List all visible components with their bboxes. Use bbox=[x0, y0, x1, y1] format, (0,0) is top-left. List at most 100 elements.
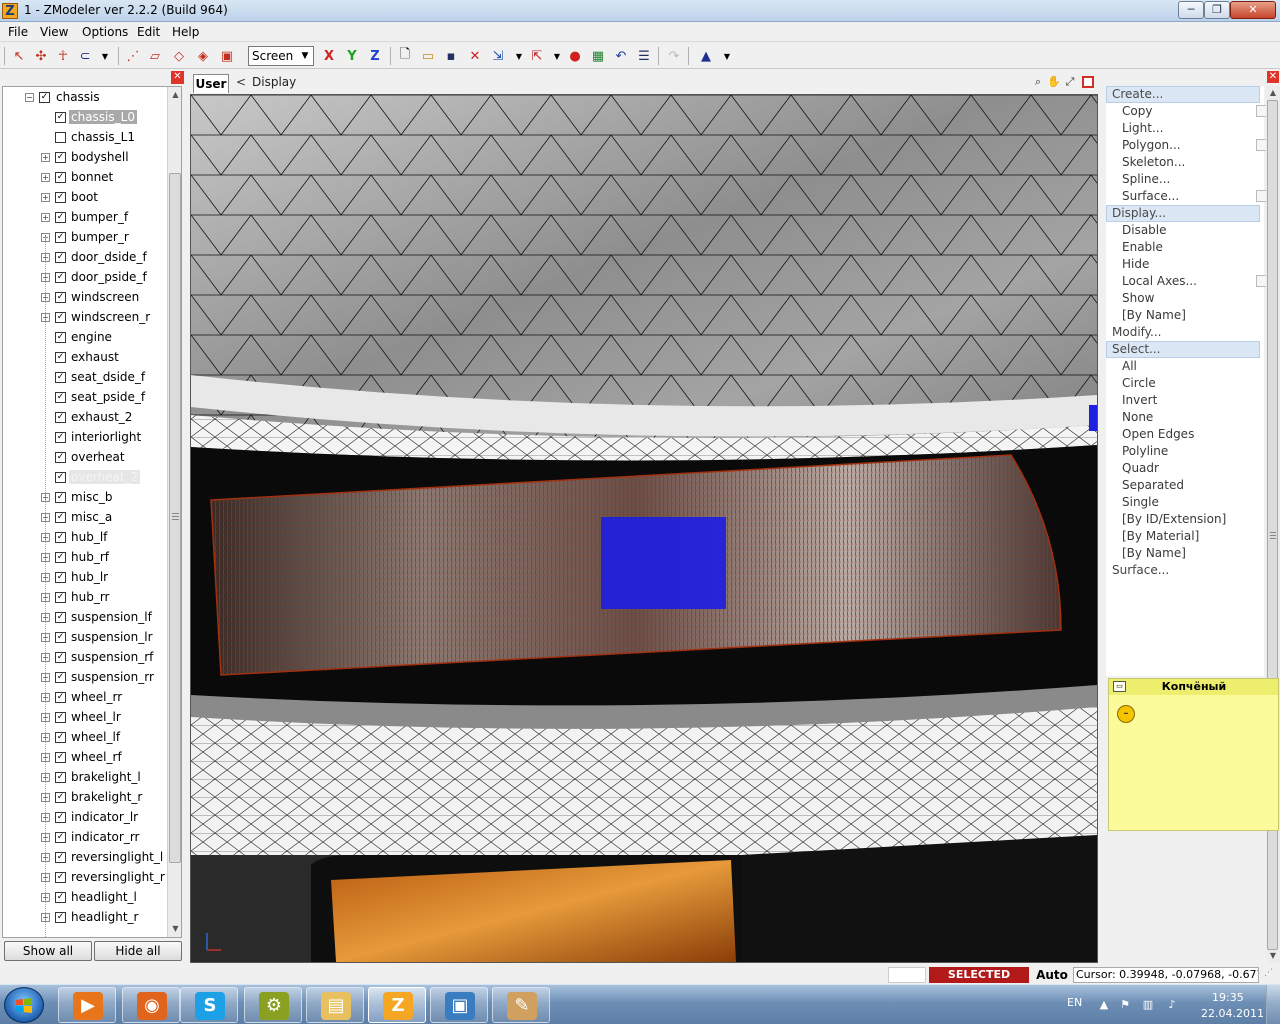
command-item[interactable]: [By Name] bbox=[1106, 545, 1260, 562]
tree-item[interactable]: + ✓ boot bbox=[3, 187, 167, 207]
visibility-checkbox[interactable]: ✓ bbox=[55, 772, 66, 783]
tree-item[interactable]: + ✓ bumper_r bbox=[3, 227, 167, 247]
tree-item[interactable]: ✓ seat_dside_f bbox=[3, 367, 167, 387]
viewport-breadcrumb[interactable]: Display bbox=[252, 75, 296, 89]
visibility-checkbox[interactable]: ✓ bbox=[55, 572, 66, 583]
visibility-checkbox[interactable]: ✓ bbox=[55, 712, 66, 723]
tree-item[interactable]: + ✓ bumper_f bbox=[3, 207, 167, 227]
visibility-checkbox[interactable]: ✓ bbox=[55, 212, 66, 223]
visibility-checkbox[interactable]: ✓ bbox=[55, 372, 66, 383]
tree-item[interactable]: + ✓ indicator_lr bbox=[3, 807, 167, 827]
tray-expand-icon[interactable]: ▲ bbox=[1096, 997, 1112, 1013]
command-item[interactable]: Invert bbox=[1106, 392, 1260, 409]
command-item[interactable]: All bbox=[1106, 358, 1260, 375]
tree-item[interactable]: ✓ exhaust_2 bbox=[3, 407, 167, 427]
visibility-checkbox[interactable]: ✓ bbox=[55, 672, 66, 683]
expand-icon[interactable]: + bbox=[41, 153, 50, 162]
tree-item[interactable]: + ✓ wheel_rr bbox=[3, 687, 167, 707]
maximize-button[interactable]: ❐ bbox=[1204, 1, 1230, 19]
menu-file[interactable]: File bbox=[8, 25, 28, 39]
tree-item[interactable]: + ✓ suspension_lf bbox=[3, 607, 167, 627]
taskbar-app-explorer[interactable]: ▤ bbox=[306, 987, 364, 1023]
open-folder-icon[interactable]: ▭ bbox=[419, 47, 437, 65]
tree-item[interactable]: + ✓ hub_lf bbox=[3, 527, 167, 547]
axis-x-toggle[interactable]: X bbox=[320, 47, 338, 65]
vertex-mode-icon[interactable]: ⋰ bbox=[124, 47, 142, 65]
command-item[interactable]: Disable bbox=[1106, 222, 1260, 239]
properties-icon[interactable]: ☰ bbox=[635, 47, 653, 65]
command-item[interactable]: [By Name] bbox=[1106, 307, 1260, 324]
record-icon[interactable]: ● bbox=[566, 47, 584, 65]
visibility-checkbox[interactable]: ✓ bbox=[55, 172, 66, 183]
surface-mode-icon[interactable]: ◈ bbox=[194, 47, 212, 65]
tree-item[interactable]: + ✓ windscreen_r bbox=[3, 307, 167, 327]
export-icon[interactable]: ⇱ bbox=[528, 47, 546, 65]
visibility-checkbox[interactable]: ✓ bbox=[55, 792, 66, 803]
visibility-checkbox[interactable]: ✓ bbox=[55, 632, 66, 643]
tree-item[interactable]: ✓ chassis_L0 bbox=[3, 107, 167, 127]
tree-item[interactable]: + ✓ wheel_rf bbox=[3, 747, 167, 767]
visibility-checkbox[interactable]: ✓ bbox=[55, 312, 66, 323]
close-icon[interactable]: ✕ bbox=[171, 71, 184, 84]
visibility-checkbox[interactable]: ✓ bbox=[55, 352, 66, 363]
visibility-checkbox[interactable]: ✓ bbox=[55, 492, 66, 503]
command-group-header[interactable]: Display... bbox=[1106, 205, 1260, 222]
clock-date[interactable]: 22.04.2011 bbox=[1201, 1007, 1264, 1020]
tree-root-chassis[interactable]: − ✓ chassis bbox=[3, 87, 167, 107]
visibility-checkbox[interactable]: ✓ bbox=[55, 532, 66, 543]
minimize-button[interactable]: ─ bbox=[1178, 1, 1204, 19]
tree-item[interactable]: ✓ seat_pside_f bbox=[3, 387, 167, 407]
menu-options[interactable]: Options bbox=[82, 25, 128, 39]
menu-edit[interactable]: Edit bbox=[137, 25, 160, 39]
command-group-header[interactable]: Create... bbox=[1106, 86, 1260, 103]
tree-item[interactable]: + ✓ indicator_rr bbox=[3, 827, 167, 847]
tree-item[interactable]: + ✓ brakelight_r bbox=[3, 787, 167, 807]
collapse-icon[interactable]: − bbox=[25, 93, 34, 102]
expand-icon[interactable]: + bbox=[41, 173, 50, 182]
tab-user-view[interactable]: User bbox=[193, 74, 229, 93]
visibility-checkbox[interactable]: ✓ bbox=[55, 112, 66, 123]
command-item[interactable]: None bbox=[1106, 409, 1260, 426]
taskbar-app-media-player[interactable]: ▶ bbox=[58, 987, 116, 1023]
tree-item[interactable]: + ✓ suspension_rr bbox=[3, 667, 167, 687]
visibility-checkbox[interactable]: ✓ bbox=[55, 272, 66, 283]
visibility-checkbox[interactable]: ✓ bbox=[55, 512, 66, 523]
tree-item[interactable]: + ✓ misc_a bbox=[3, 507, 167, 527]
visibility-checkbox[interactable]: ✓ bbox=[55, 912, 66, 923]
tree-item[interactable]: + ✓ door_dside_f bbox=[3, 247, 167, 267]
sticky-note[interactable]: ▭ Копчёный – bbox=[1108, 678, 1279, 831]
note-icon[interactable]: ▭ bbox=[1113, 681, 1126, 692]
menu-help[interactable]: Help bbox=[172, 25, 199, 39]
visibility-checkbox[interactable]: ✓ bbox=[55, 292, 66, 303]
taskbar-app-picture-viewer[interactable]: ▣ bbox=[430, 987, 488, 1023]
action-center-flag-icon[interactable]: ⚑ bbox=[1117, 997, 1133, 1013]
tree-item[interactable]: + ✓ wheel_lf bbox=[3, 727, 167, 747]
tree-item[interactable]: ✓ engine bbox=[3, 327, 167, 347]
tree-item[interactable]: + ✓ bodyshell bbox=[3, 147, 167, 167]
command-item[interactable]: Local Axes... bbox=[1106, 273, 1268, 290]
space-select[interactable]: Screen ▼ bbox=[248, 46, 314, 66]
command-scrollbar[interactable]: ▲ ▼ bbox=[1266, 86, 1280, 963]
command-item[interactable]: Skeleton... bbox=[1106, 154, 1260, 171]
select-tool-icon[interactable]: ↖ bbox=[10, 47, 28, 65]
visibility-checkbox[interactable]: ✓ bbox=[55, 692, 66, 703]
visibility-checkbox[interactable]: ✓ bbox=[55, 432, 66, 443]
scroll-up-icon[interactable]: ▲ bbox=[168, 87, 181, 102]
import-dropdown-icon[interactable]: ▼ bbox=[510, 47, 528, 65]
menu-view[interactable]: View bbox=[40, 25, 68, 39]
tree-item[interactable]: + ✓ misc_b bbox=[3, 487, 167, 507]
object-mode-icon[interactable]: ▣ bbox=[218, 47, 236, 65]
undo-icon[interactable]: ↶ bbox=[612, 47, 630, 65]
visibility-checkbox[interactable]: ✓ bbox=[55, 732, 66, 743]
hide-all-button[interactable]: Hide all bbox=[94, 941, 182, 961]
visibility-checkbox[interactable]: ✓ bbox=[39, 92, 50, 103]
tree-item[interactable]: + ✓ headlight_l bbox=[3, 887, 167, 907]
visibility-checkbox[interactable]: ✓ bbox=[55, 652, 66, 663]
new-file-icon[interactable]: 🗋 bbox=[396, 47, 414, 65]
zoom-extents-icon[interactable]: ⤢ bbox=[1063, 75, 1077, 89]
command-item[interactable]: Enable bbox=[1106, 239, 1260, 256]
command-item[interactable]: Quadr bbox=[1106, 460, 1260, 477]
command-item[interactable]: Show bbox=[1106, 290, 1260, 307]
edge-mode-icon[interactable]: ▱ bbox=[146, 47, 164, 65]
visibility-checkbox[interactable]: ✓ bbox=[55, 892, 66, 903]
